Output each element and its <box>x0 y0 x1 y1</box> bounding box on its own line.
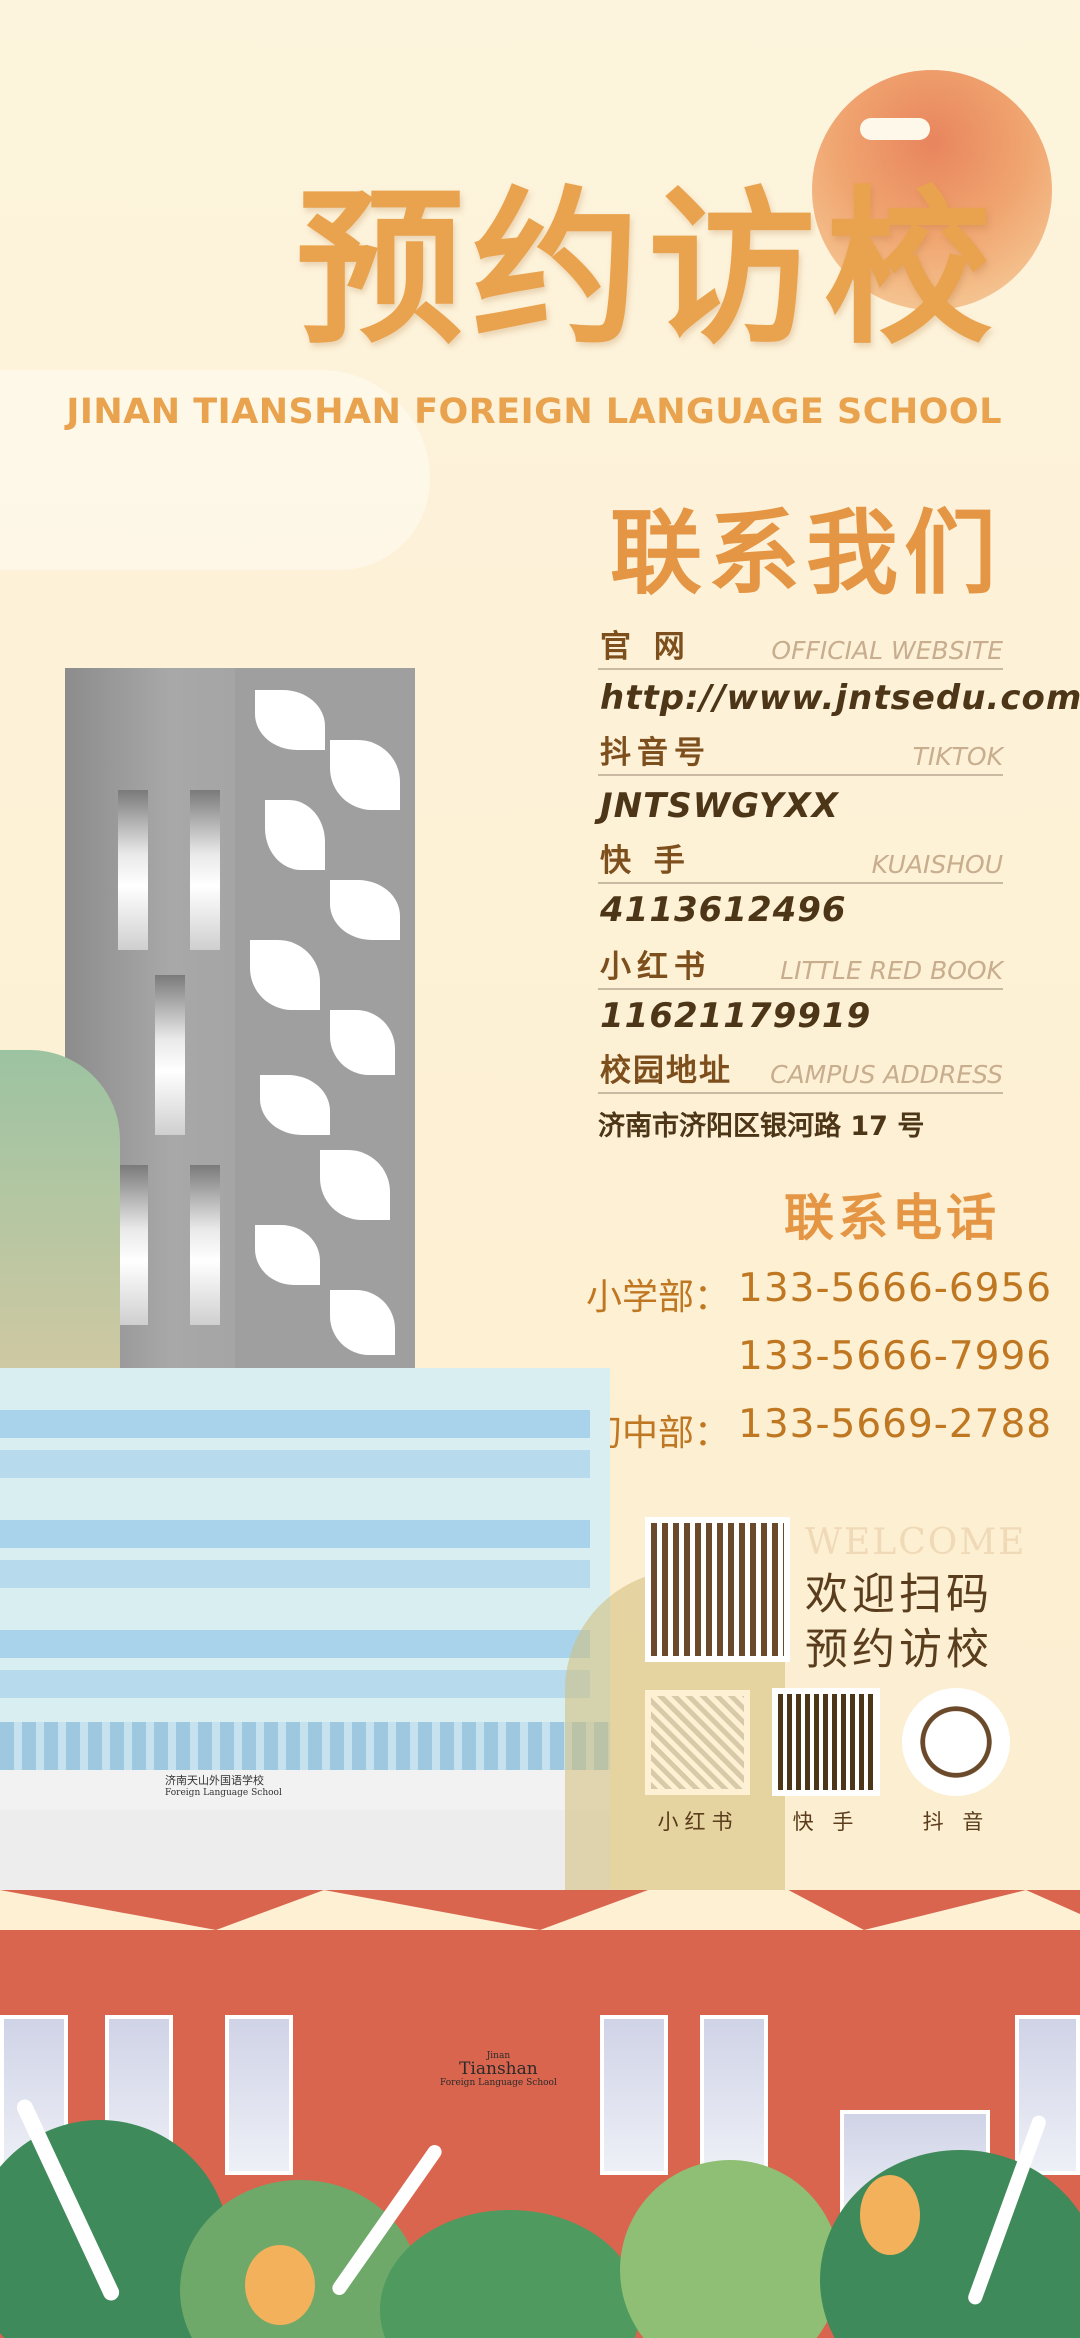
website-value[interactable]: http://www.jntsedu.com <box>600 678 1080 718</box>
yellow-leaf <box>245 2245 315 2325</box>
logo-line-2: Tianshan <box>459 2059 538 2080</box>
address-label-cn: 校园地址 <box>600 1053 732 1089</box>
tower-window <box>190 790 220 950</box>
primary-school-label: 小学部： <box>586 1277 731 1318</box>
school-name-english: JINAN TIANSHAN FOREIGN LANGUAGE SCHOOL <box>66 392 1002 432</box>
yellow-leaf <box>860 2175 920 2255</box>
tower-window <box>155 975 185 1135</box>
address-label-en: CAMPUS ADDRESS <box>770 1060 1003 1089</box>
tiktok-label-cn: 抖音号 <box>600 735 711 771</box>
tiktok-value: JNTSWGYXX <box>600 786 839 826</box>
page-title: 预约访校 <box>296 171 1000 367</box>
xiaohongshu-row-header: 小红书 LITTLE RED BOOK <box>598 948 1003 990</box>
kuaishou-value: 4113612496 <box>600 890 847 930</box>
scan-line-1: 欢迎扫码 <box>805 1570 993 1620</box>
poster: 预约访校 JINAN TIANSHAN FOREIGN LANGUAGE SCH… <box>0 0 1080 2338</box>
tiktok-row-header: 抖音号 TIKTOK <box>598 734 1003 776</box>
glass-strip <box>0 1560 590 1588</box>
tower-window <box>118 1165 148 1325</box>
wall-window <box>700 2015 768 2175</box>
building-sign-band <box>0 1770 610 1810</box>
welcome-text: WELCOME <box>805 1522 1027 1563</box>
phone-entry-primary-1: 小学部： <box>586 1268 730 1320</box>
glass-strip <box>0 1450 590 1478</box>
school-logo-sign: Jinan Tianshan Foreign Language School <box>440 2051 557 2089</box>
logo-line-3: Foreign Language School <box>440 2078 557 2089</box>
qr-label-xiaohongshu: 小红书 <box>657 1810 739 1834</box>
glass-strip <box>0 1410 590 1438</box>
phone-number-2[interactable]: 133-5666-7996 <box>738 1334 1052 1379</box>
small-cloud <box>860 118 930 140</box>
website-row-header: 官 网 OFFICIAL WEBSITE <box>598 628 1003 670</box>
glass-strip <box>0 1520 590 1548</box>
qr-label-kuaishou: 快 手 <box>792 1810 860 1834</box>
kuaishou-qr-code[interactable] <box>772 1688 880 1796</box>
xiaohongshu-label-en: LITTLE RED BOOK <box>780 956 1003 985</box>
glass-strip <box>0 1630 590 1658</box>
qr-label-douyin: 抖 音 <box>922 1810 990 1834</box>
phone-number-3[interactable]: 133-5669-2788 <box>738 1402 1052 1447</box>
wall-window <box>600 2015 668 2175</box>
website-label-cn: 官 网 <box>600 629 691 665</box>
contact-us-heading: 联系我们 <box>609 500 1002 607</box>
scan-line-2: 预约访校 <box>805 1625 993 1675</box>
tower-window <box>190 1165 220 1325</box>
website-label-en: OFFICIAL WEBSITE <box>771 636 1003 665</box>
kuaishou-label-en: KUAISHOU <box>871 850 1003 879</box>
phone-number-1[interactable]: 133-5666-6956 <box>738 1266 1052 1311</box>
kuaishou-row-header: 快 手 KUAISHOU <box>598 842 1003 884</box>
wall-window <box>225 2015 293 2175</box>
glass-strip <box>0 1670 590 1698</box>
phone-heading: 联系电话 <box>784 1189 1000 1247</box>
douyin-qr-code[interactable] <box>902 1688 1010 1796</box>
building-sign-cn: 济南天山外国语学校 <box>165 1774 264 1787</box>
main-qr-code[interactable] <box>645 1517 790 1662</box>
address-row-header: 校园地址 CAMPUS ADDRESS <box>598 1052 1003 1094</box>
address-value: 济南市济阳区银河路 17 号 <box>598 1111 925 1142</box>
xiaohongshu-qr-code[interactable] <box>645 1690 750 1795</box>
glass-railing <box>0 1722 610 1770</box>
tiktok-label-en: TIKTOK <box>912 742 1003 771</box>
tower-window <box>118 790 148 950</box>
building-sign-en: Foreign Language School <box>165 1788 282 1798</box>
xiaohongshu-label-cn: 小红书 <box>600 949 711 985</box>
kuaishou-label-cn: 快 手 <box>600 843 691 879</box>
xiaohongshu-value: 11621179919 <box>600 996 872 1036</box>
